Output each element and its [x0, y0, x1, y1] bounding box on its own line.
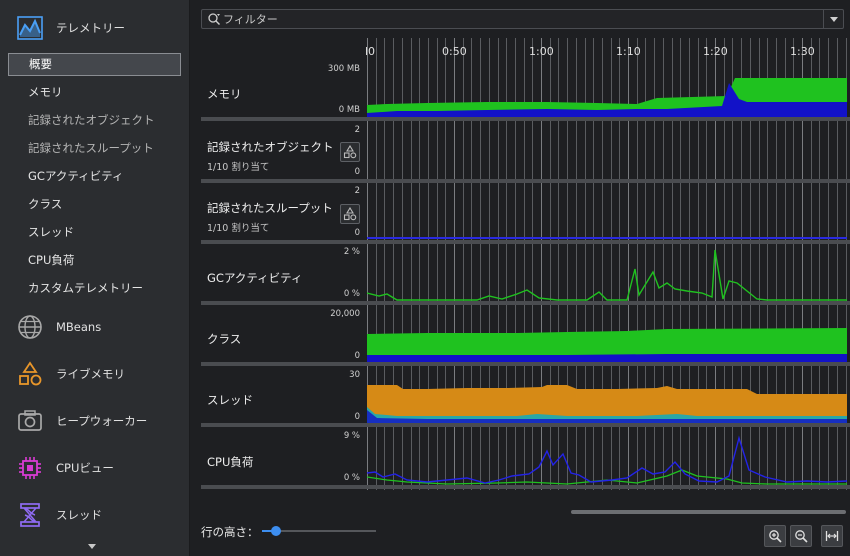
- sidebar-item-custom-telemetry[interactable]: カスタムテレメトリー: [8, 277, 181, 300]
- row-label-gc-activity[interactable]: GCアクティビティ: [207, 270, 303, 286]
- row-label-cpu-load[interactable]: CPU負荷: [207, 454, 253, 470]
- recorded-objects-axis-max: 2: [354, 125, 360, 135]
- row-label-threads[interactable]: スレッド: [207, 392, 253, 408]
- zoom-out-icon: [795, 530, 808, 543]
- sidebar-item-recorded-throughput[interactable]: 記録されたスループット: [8, 137, 181, 160]
- row-separator[interactable]: [201, 362, 850, 366]
- memory-chart[interactable]: [367, 75, 847, 119]
- section-heap-walker[interactable]: ヒープウォーカー: [0, 399, 190, 443]
- timeline-label: 0:50: [442, 45, 467, 58]
- record-throughput-button[interactable]: [340, 204, 360, 224]
- classes-chart[interactable]: [367, 326, 847, 362]
- row-height-label: 行の高さ：: [201, 525, 259, 539]
- search-filter-icon: [207, 12, 221, 29]
- row-separator[interactable]: [201, 423, 850, 427]
- recorded-objects-axis-min: 0: [354, 167, 360, 177]
- fit-width-icon: [825, 531, 839, 541]
- shapes-icon: [343, 145, 357, 159]
- classes-unloaded-area: [367, 354, 847, 362]
- section-heap-walker-label: ヒープウォーカー: [56, 414, 148, 428]
- zoom-in-button[interactable]: [764, 525, 786, 547]
- sidebar-item-threads[interactable]: スレッド: [8, 221, 181, 244]
- timeline-label-first: l0: [365, 45, 376, 58]
- gc-axis-max: 2 %: [343, 247, 360, 257]
- gc-activity-line: [367, 249, 847, 301]
- timeline-label: 1:20: [703, 45, 728, 58]
- record-allocations-button[interactable]: [340, 142, 360, 162]
- recorded-objects-sampling: 1/10 割り当て: [207, 162, 270, 173]
- timeline-label: 1:10: [616, 45, 641, 58]
- sidebar-scroll-down-arrow[interactable]: [88, 544, 96, 549]
- telemetry-overview-panel: l0 0:50 1:00 1:10 1:20 1:30 メモリ 300 MB 0…: [191, 0, 850, 556]
- sidebar-item-cpu-load[interactable]: CPU負荷: [8, 249, 181, 272]
- row-separator[interactable]: [201, 117, 850, 121]
- row-height-slider-thumb[interactable]: [271, 526, 281, 536]
- thread-spool-icon: [16, 501, 44, 529]
- recorded-throughput-sampling: 1/10 割り当て: [207, 223, 270, 234]
- row-label-classes[interactable]: クラス: [207, 331, 241, 347]
- row-label-recorded-objects[interactable]: 記録されたオブジェクト: [207, 139, 334, 155]
- zoom-out-button[interactable]: [790, 525, 812, 547]
- recorded-throughput-axis-min: 0: [354, 228, 360, 238]
- section-live-memory[interactable]: ライブメモリ: [0, 352, 190, 396]
- timeline-label: 1:30: [790, 45, 815, 58]
- memory-axis-min: 0 MB: [338, 105, 360, 115]
- row-label-recorded-throughput[interactable]: 記録されたスループット: [207, 200, 333, 216]
- gc-axis-min: 0 %: [343, 289, 360, 299]
- timeline-label: 1:00: [529, 45, 554, 58]
- memory-axis-max: 300 MB: [327, 64, 360, 74]
- row-separator[interactable]: [201, 301, 850, 305]
- threads-axis-min: 0: [354, 412, 360, 422]
- telemetry-icon: [16, 14, 44, 42]
- filter-box[interactable]: [201, 9, 844, 29]
- row-label-memory[interactable]: メモリ: [207, 86, 242, 102]
- shapes-icon: [343, 207, 357, 221]
- sidebar-item-memory[interactable]: メモリ: [8, 81, 181, 104]
- chip-icon: [16, 454, 44, 482]
- cpu-axis-max: 9 %: [343, 431, 360, 441]
- cpu-gc-line: [367, 469, 847, 485]
- row-separator[interactable]: [201, 485, 850, 489]
- row-separator[interactable]: [201, 240, 850, 244]
- section-mbeans-label: MBeans: [56, 320, 102, 334]
- sidebar: テレメトリー 概要 メモリ 記録されたオブジェクト 記録されたスループット GC…: [0, 0, 190, 556]
- camera-icon: [16, 407, 44, 435]
- classes-axis-min: 0: [354, 351, 360, 361]
- horizontal-scrollbar[interactable]: [571, 510, 846, 514]
- threads-chart[interactable]: [367, 383, 847, 423]
- filter-dropdown-button[interactable]: [823, 10, 843, 28]
- chevron-down-icon: [829, 16, 838, 22]
- section-mbeans[interactable]: MBeans: [0, 305, 190, 349]
- gc-activity-chart[interactable]: [367, 245, 847, 301]
- cpu-load-chart[interactable]: [367, 430, 847, 486]
- sidebar-item-overview[interactable]: 概要: [8, 53, 181, 76]
- section-telemetry[interactable]: テレメトリー: [0, 6, 190, 50]
- threads-axis-max: 30: [349, 370, 360, 380]
- section-threads[interactable]: スレッド: [0, 493, 190, 537]
- globe-icon: [16, 313, 44, 341]
- sidebar-item-recorded-objects[interactable]: 記録されたオブジェクト: [8, 109, 181, 132]
- row-separator[interactable]: [201, 179, 850, 183]
- shapes-icon: [16, 360, 44, 388]
- section-threads-label: スレッド: [56, 508, 102, 522]
- sidebar-item-classes[interactable]: クラス: [8, 193, 181, 216]
- cpu-axis-min: 0 %: [343, 473, 360, 483]
- classes-axis-max: 20,000: [330, 309, 360, 319]
- cpu-process-line: [367, 435, 847, 484]
- filter-input[interactable]: [223, 10, 813, 28]
- section-cpu-views-label: CPUビュー: [56, 461, 114, 475]
- fit-to-window-button[interactable]: [821, 525, 843, 547]
- recorded-throughput-axis-max: 2: [354, 186, 360, 196]
- sidebar-item-gc-activity[interactable]: GCアクティビティ: [8, 165, 181, 188]
- section-telemetry-label: テレメトリー: [56, 21, 125, 35]
- zoom-in-icon: [769, 530, 782, 543]
- section-live-memory-label: ライブメモリ: [56, 367, 125, 381]
- section-cpu-views[interactable]: CPUビュー: [0, 446, 190, 490]
